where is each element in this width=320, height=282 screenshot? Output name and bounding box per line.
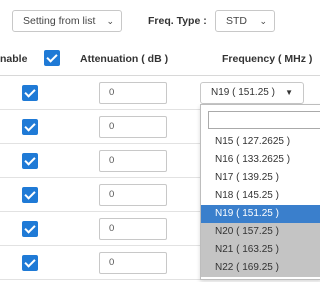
mode-select-value: Setting from list bbox=[23, 15, 96, 27]
chevron-down-icon: ⌄ bbox=[259, 16, 267, 26]
dropdown-search-input[interactable] bbox=[208, 111, 320, 129]
frequency-dropdown: N15 ( 127.2625 ) N16 ( 133.2625 ) N17 ( … bbox=[200, 104, 320, 280]
enable-checkbox[interactable] bbox=[22, 255, 38, 271]
dropdown-options: N15 ( 127.2625 ) N16 ( 133.2625 ) N17 ( … bbox=[201, 133, 320, 277]
attenuation-input[interactable]: 0 bbox=[99, 252, 167, 274]
dropdown-option[interactable]: N21 ( 163.25 ) bbox=[201, 241, 320, 259]
caret-down-icon: ▼ bbox=[285, 88, 293, 97]
freq-type-label: Freq. Type : bbox=[148, 15, 207, 27]
dropdown-option[interactable]: N17 ( 139.25 ) bbox=[201, 169, 320, 187]
attenuation-input[interactable]: 0 bbox=[99, 82, 167, 104]
attenuation-input[interactable]: 0 bbox=[99, 116, 167, 138]
attenuation-header: Attenuation ( dB ) bbox=[80, 53, 169, 65]
attenuation-input[interactable]: 0 bbox=[99, 150, 167, 172]
dropdown-option[interactable]: N20 ( 157.25 ) bbox=[201, 223, 320, 241]
dropdown-option-selected[interactable]: N19 ( 151.25 ) bbox=[201, 205, 320, 223]
enable-checkbox[interactable] bbox=[22, 153, 38, 169]
enable-header: nable bbox=[0, 53, 28, 65]
frequency-select-value: N19 ( 151.25 ) bbox=[211, 87, 275, 98]
attenuation-input[interactable]: 0 bbox=[99, 184, 167, 206]
chevron-down-icon: ⌄ bbox=[106, 16, 114, 26]
dropdown-option[interactable]: N15 ( 127.2625 ) bbox=[201, 133, 320, 151]
frequency-header: Frequency ( MHz ) bbox=[222, 53, 313, 65]
toolbar: Setting from list ⌄ Freq. Type : STD ⌄ bbox=[0, 0, 320, 42]
dropdown-option[interactable]: N16 ( 133.2625 ) bbox=[201, 151, 320, 169]
dropdown-option[interactable]: N18 ( 145.25 ) bbox=[201, 187, 320, 205]
dropdown-option[interactable]: N22 ( 169.25 ) bbox=[201, 259, 320, 277]
enable-checkbox[interactable] bbox=[22, 221, 38, 237]
freq-type-select[interactable]: STD ⌄ bbox=[215, 10, 275, 32]
enable-checkbox[interactable] bbox=[22, 187, 38, 203]
freq-type-value: STD bbox=[226, 15, 247, 27]
attenuation-input[interactable]: 0 bbox=[99, 218, 167, 240]
enable-checkbox[interactable] bbox=[22, 119, 38, 135]
select-all-checkbox[interactable] bbox=[44, 50, 60, 66]
table-header: nable Attenuation ( dB ) Frequency ( MHz… bbox=[0, 42, 320, 76]
frequency-select[interactable]: N19 ( 151.25 ) ▼ bbox=[200, 82, 304, 104]
enable-checkbox[interactable] bbox=[22, 85, 38, 101]
mode-select[interactable]: Setting from list ⌄ bbox=[12, 10, 122, 32]
